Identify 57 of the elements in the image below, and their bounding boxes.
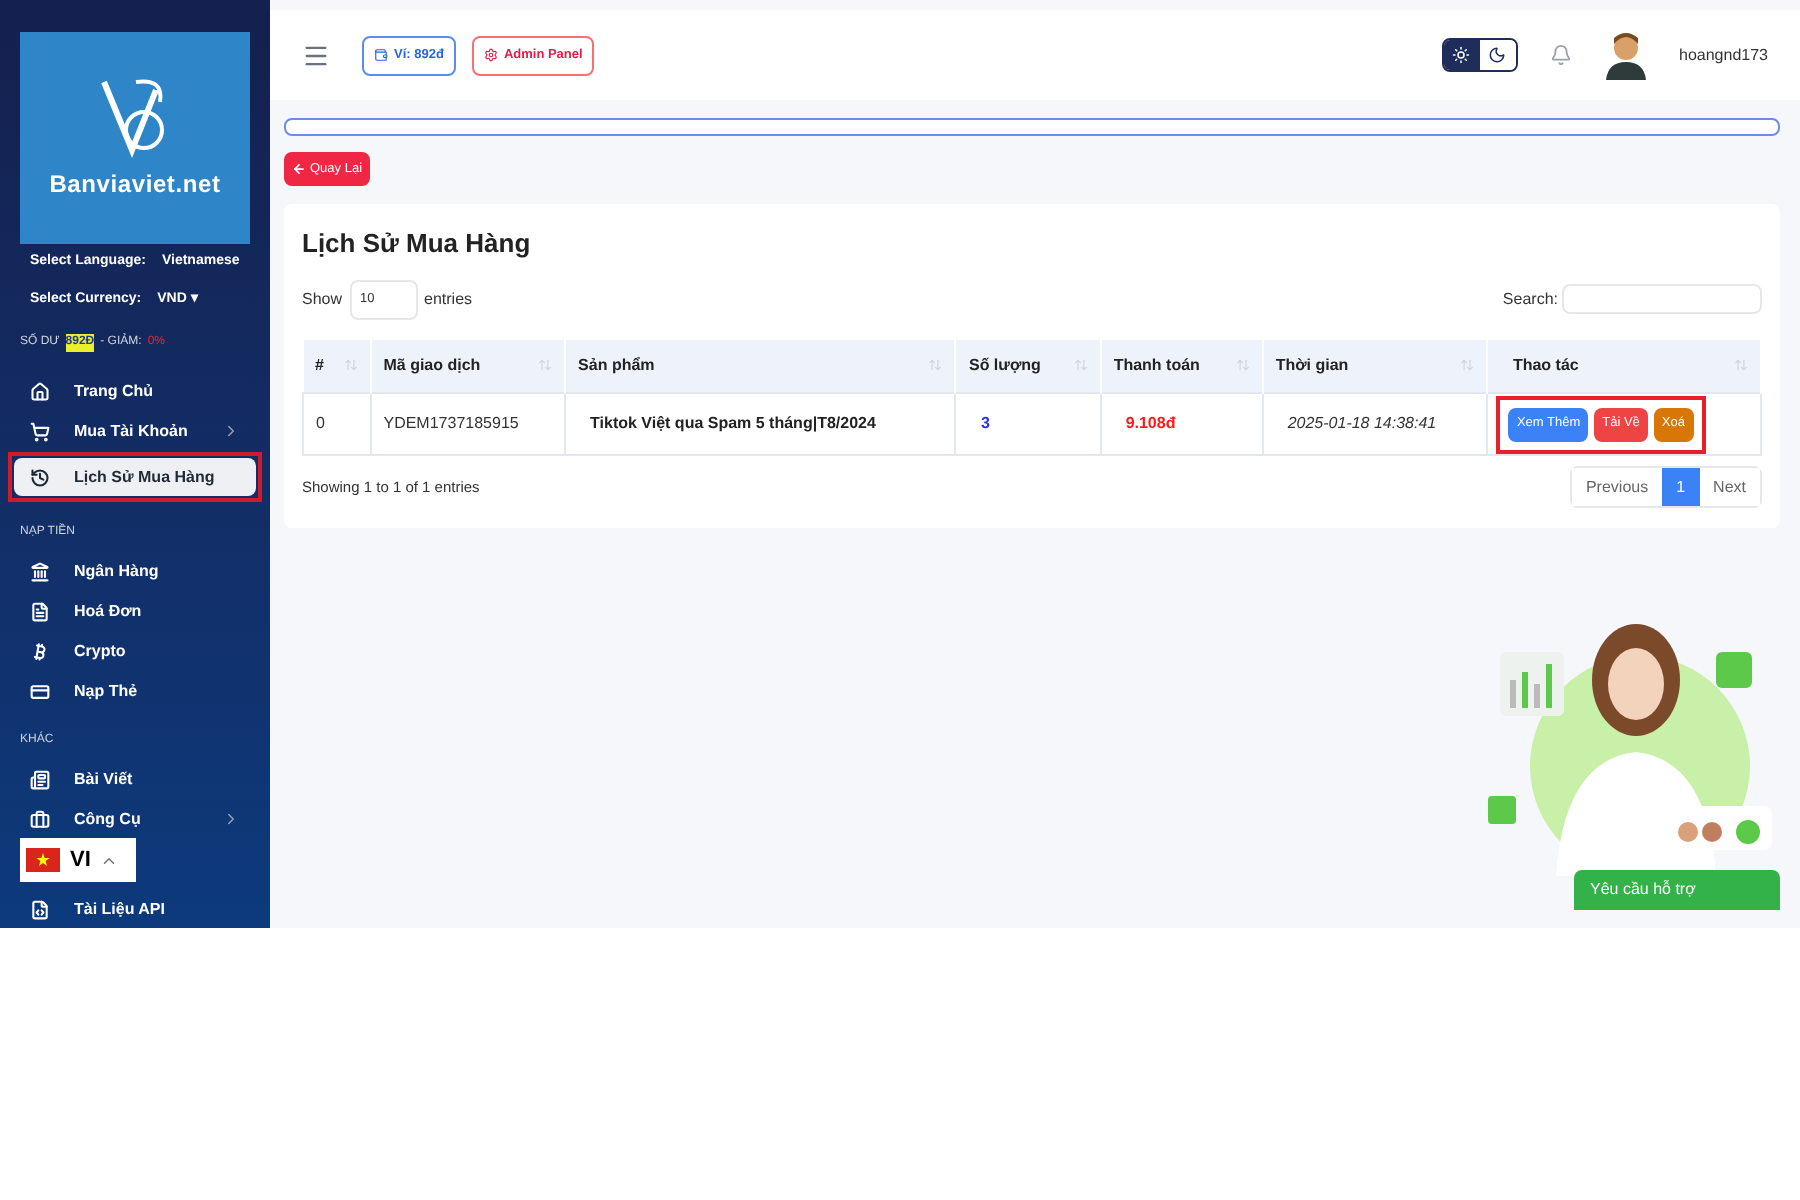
home-icon [30,381,50,401]
column-header[interactable]: Thanh toán [1100,339,1263,393]
sort-icon [928,358,943,373]
sun-icon [1452,46,1470,64]
sidebar-item[interactable]: Ngân Hàng [14,552,256,590]
sort-icon [1235,358,1250,373]
arrow-left-icon [292,162,306,176]
briefcase-icon [30,809,50,829]
column-header[interactable]: # [303,339,371,393]
history-icon [30,467,50,487]
cart-icon [30,421,50,441]
flag-icon [26,848,60,872]
column-header[interactable]: Thời gian [1262,339,1488,393]
sort-icon [538,358,553,373]
document-icon [30,601,50,621]
sort-icon [1460,358,1475,373]
sidebar-item[interactable]: Công Cụ [14,800,256,838]
search-field[interactable] [1562,284,1762,314]
sidebar-item[interactable]: Tài Liệu API [14,890,256,928]
sort-icon [1073,358,1088,373]
sidebar-item[interactable]: Hoá Đơn [14,592,256,630]
card-icon [30,681,50,701]
sidebar-item[interactable]: Crypto [14,632,256,670]
sidebar-item[interactable]: Bài Viết [14,760,256,798]
moon-icon [1488,46,1506,64]
sidebar-item[interactable]: Nạp Thẻ [14,672,256,710]
wallet-icon [374,48,388,62]
code-file-icon [30,899,50,919]
settings-icon [483,48,498,62]
column-header[interactable]: Mã giao dịch [370,339,566,393]
avatar-icon[interactable] [1603,31,1647,79]
sidebar-item[interactable]: Mua Tài Khoản [14,412,256,450]
coin-icon [30,641,50,661]
menu-icon[interactable] [302,41,330,69]
sidebar-item[interactable]: Lịch Sử Mua Hàng [14,458,256,496]
logo: Banviaviet.net [20,32,250,244]
light-theme-button[interactable] [1443,40,1479,70]
column-header[interactable]: Số lượng [955,339,1101,393]
pagination-button[interactable]: 1 [1662,468,1700,506]
table-cell: Tiktok Việt qua Spam 5 tháng|T8/2024 [565,393,956,455]
table-cell: YDEM1737185915 [370,393,566,455]
sidebar-item[interactable]: Trang Chủ [14,372,256,410]
language-switcher[interactable]: VI [20,838,136,882]
table-cell: 9.108đ [1100,393,1263,455]
table-cell: 0 [303,393,371,455]
bank-icon [30,561,50,581]
column-header[interactable]: Thao tác [1487,339,1761,393]
sort-icon [343,358,358,373]
table-cell: 3 [955,393,1101,455]
chevron-icon [222,422,240,440]
notification-icon[interactable] [1549,44,1571,66]
table-cell: 2025-01-18 14:38:41 [1262,393,1488,455]
input-field[interactable] [284,118,1780,136]
column-header[interactable]: Sản phẩm [565,339,956,393]
chevron-icon [222,810,240,828]
newspaper-icon [30,769,50,789]
sort-icon [1734,358,1748,373]
